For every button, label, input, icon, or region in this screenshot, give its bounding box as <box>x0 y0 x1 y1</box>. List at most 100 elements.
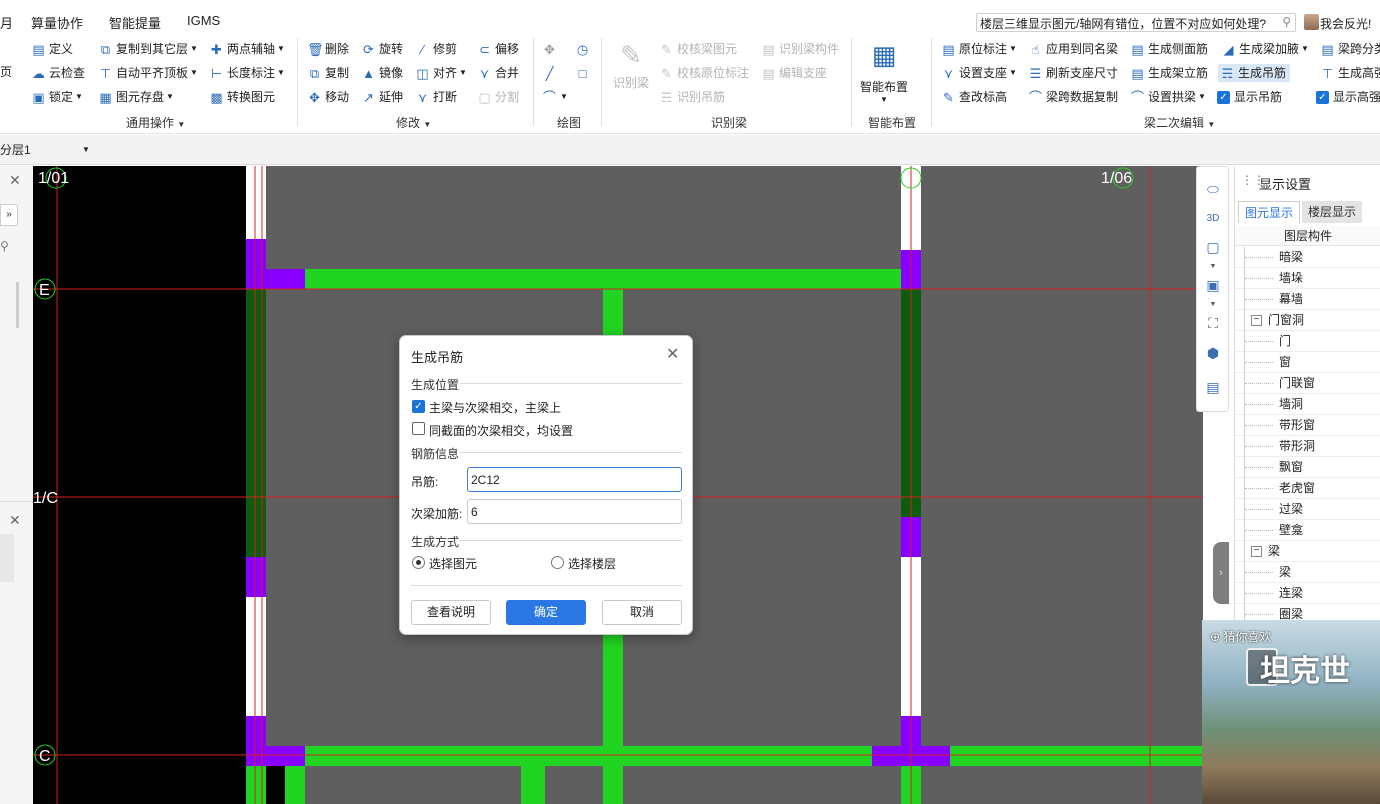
tree-row[interactable]: − 梁 <box>1235 541 1380 562</box>
circle-draw-button[interactable]: ◷ <box>575 40 593 58</box>
tree-row[interactable]: 暗梁 <box>1235 247 1380 268</box>
feedback-link[interactable]: 我会反光! <box>1320 15 1371 32</box>
tree-row[interactable]: 壁龛 <box>1235 520 1380 541</box>
tree-row[interactable]: 飘窗 <box>1235 457 1380 478</box>
search-icon[interactable]: ⚲ <box>0 239 9 253</box>
tree-row[interactable]: 幕墙 <box>1235 289 1380 310</box>
secondary-rebar-input[interactable]: 6 <box>467 499 682 524</box>
break-button[interactable]: ⋎ 打断 <box>415 88 457 106</box>
align-top-slab-button[interactable]: ⊤ 自动平齐顶板 ▼ <box>98 64 198 82</box>
tree-row[interactable]: 老虎窗 <box>1235 478 1380 499</box>
display-settings-icon[interactable]: ▤ <box>1203 377 1223 397</box>
tree-row[interactable]: 过梁 <box>1235 499 1380 520</box>
column[interactable] <box>266 746 305 766</box>
menu-item-smart-extract[interactable]: 智能提量 <box>109 13 161 32</box>
select-element-radio[interactable] <box>412 556 425 569</box>
hanger-input[interactable]: 2C12 <box>467 467 682 492</box>
menu-item-igms[interactable]: IGMS <box>187 13 220 28</box>
convert-element-button[interactable]: ▩ 转换图元 <box>209 88 275 106</box>
expand-button[interactable]: » <box>0 204 18 226</box>
gen-hanger-button[interactable]: ☴ 生成吊筋 <box>1218 64 1291 82</box>
check-in-situ-label-button[interactable]: ✎ 校核原位标注 <box>659 64 749 82</box>
beam-dark[interactable] <box>246 289 266 557</box>
apply-same-name-beam-button[interactable]: ☝ 应用到同名梁 <box>1028 40 1118 58</box>
view-3d-icon[interactable]: 3D <box>1203 209 1223 229</box>
gen-haunch-button[interactable]: ◢ 生成梁加腋 ▼ <box>1221 40 1309 58</box>
beam-vertical[interactable] <box>521 766 545 804</box>
chevron-right-icon[interactable]: › <box>1213 542 1229 604</box>
tree-row[interactable]: 带形洞 <box>1235 436 1380 457</box>
select-floor-radio[interactable] <box>551 556 564 569</box>
help-search-input[interactable]: 楼层三维显示图元/轴网有错位，位置不对应如何处理? ⚲ <box>976 13 1296 32</box>
two-point-axis-button[interactable]: ✚ 两点辅轴 ▼ <box>209 40 285 58</box>
move-button[interactable]: ✥ 移动 <box>307 88 349 106</box>
rect-draw-button[interactable]: □ <box>575 64 593 82</box>
panel-tab[interactable] <box>0 534 14 582</box>
copy-span-data-button[interactable]: ⌒ 梁跨数据复制 <box>1028 88 1118 106</box>
point-draw-button[interactable]: ✥ <box>542 40 560 58</box>
recognize-hanger-button[interactable]: ☴ 识别吊筋 <box>659 88 725 106</box>
column[interactable] <box>246 557 266 597</box>
column[interactable] <box>266 269 305 289</box>
refresh-support-size-button[interactable]: ☰ 刷新支座尺寸 <box>1028 64 1118 82</box>
collapse-icon[interactable]: − <box>1251 546 1262 557</box>
tree-row[interactable]: 带形窗 <box>1235 415 1380 436</box>
cube-solid-icon[interactable]: ▣ <box>1203 275 1223 295</box>
define-button[interactable]: ▤ 定义 <box>31 40 73 58</box>
save-element-button[interactable]: ▦ 图元存盘 ▼ <box>98 88 174 106</box>
edit-support-button[interactable]: ▤ 编辑支座 <box>761 64 827 82</box>
span-classify-button[interactable]: ▤梁跨分类 <box>1320 40 1380 58</box>
menu-item-collab[interactable]: 算量协作 <box>31 13 83 32</box>
cube-outline-icon[interactable]: ▢ <box>1203 237 1223 257</box>
search-icon[interactable]: ⚲ <box>1282 15 1291 29</box>
gen-high-strength-button[interactable]: ⊤生成高强 <box>1320 64 1380 82</box>
set-arch-beam-button[interactable]: ⌒ 设置拱梁 ▼ <box>1130 88 1206 106</box>
layer-select[interactable]: 分层1 ▼ <box>0 140 95 160</box>
fullscreen-icon[interactable]: ⛶ <box>1203 313 1223 333</box>
tree-row[interactable]: 墙垛 <box>1235 268 1380 289</box>
recognize-beam-button[interactable]: ✎ 识别梁 <box>610 40 652 91</box>
trim-button[interactable]: ∕ 修剪 <box>415 40 457 58</box>
help-button[interactable]: 查看说明 <box>411 600 491 625</box>
group-label-general[interactable]: 通用操作 ▼ <box>126 114 185 131</box>
arc-draw-button[interactable]: ⌒ ▼ <box>542 88 568 106</box>
copy-button[interactable]: ⧉ 复制 <box>307 64 349 82</box>
gen-side-rebar-button[interactable]: ▤ 生成侧面筋 <box>1130 40 1208 58</box>
tree-row[interactable]: 梁 <box>1235 562 1380 583</box>
collapse-icon[interactable]: − <box>1251 315 1262 326</box>
recognize-beam-component-button[interactable]: ▤ 识别梁构件 <box>761 40 839 58</box>
group-label-secondary[interactable]: 梁二次编辑 ▼ <box>1144 114 1215 131</box>
show-hanger-checkbox[interactable]: ✓ 显示吊筋 <box>1217 88 1282 106</box>
chevron-down-icon[interactable]: ▼ <box>1203 295 1223 315</box>
menu-item-month[interactable]: 月 <box>0 13 13 32</box>
line-draw-button[interactable]: ╱ <box>542 64 560 82</box>
in-situ-label-button[interactable]: ▤ 原位标注 ▼ <box>941 40 1017 58</box>
set-support-button[interactable]: ⋎ 设置支座 ▼ <box>941 64 1017 82</box>
column[interactable] <box>246 239 266 289</box>
cancel-button[interactable]: 取消 <box>602 600 682 625</box>
smart-layout-button[interactable]: ▦ 智能布置 ▼ <box>857 40 911 104</box>
copy-to-floor-button[interactable]: ⧉ 复制到其它层 ▼ <box>98 40 198 58</box>
tab-floor-display[interactable]: 楼层显示 <box>1302 201 1363 223</box>
ribbon-edge-label[interactable]: 页 <box>0 63 12 81</box>
component-view-icon[interactable]: ⬢ <box>1203 343 1223 363</box>
tree-row[interactable]: 门联窗 <box>1235 373 1380 394</box>
same-section-checkbox[interactable] <box>412 422 425 435</box>
main-secondary-checkbox[interactable]: ✓ <box>412 400 425 413</box>
tree-row[interactable]: 窗 <box>1235 352 1380 373</box>
cloud-check-button[interactable]: ☁ 云检查 <box>31 64 85 82</box>
align-button[interactable]: ◫ 对齐 ▼ <box>415 64 467 82</box>
group-label-modify[interactable]: 修改 ▼ <box>396 114 431 131</box>
length-dimension-button[interactable]: ⊢ 长度标注 ▼ <box>209 64 285 82</box>
gen-erection-rebar-button[interactable]: ▤ 生成架立筋 <box>1130 64 1208 82</box>
avatar[interactable] <box>1304 14 1319 30</box>
close-icon[interactable]: ✕ <box>9 172 21 189</box>
offset-button[interactable]: ⊂ 偏移 <box>477 40 519 58</box>
tree-row[interactable]: 连梁 <box>1235 583 1380 604</box>
check-beam-element-button[interactable]: ✎ 校核梁图元 <box>659 40 737 58</box>
view-plane-icon[interactable]: ⬭ <box>1203 179 1223 199</box>
tree-row[interactable]: 门 <box>1235 331 1380 352</box>
close-icon[interactable]: ✕ <box>9 512 21 529</box>
scrollbar[interactable] <box>16 282 19 328</box>
check-elevation-button[interactable]: ✎ 查改标高 <box>941 88 1007 106</box>
